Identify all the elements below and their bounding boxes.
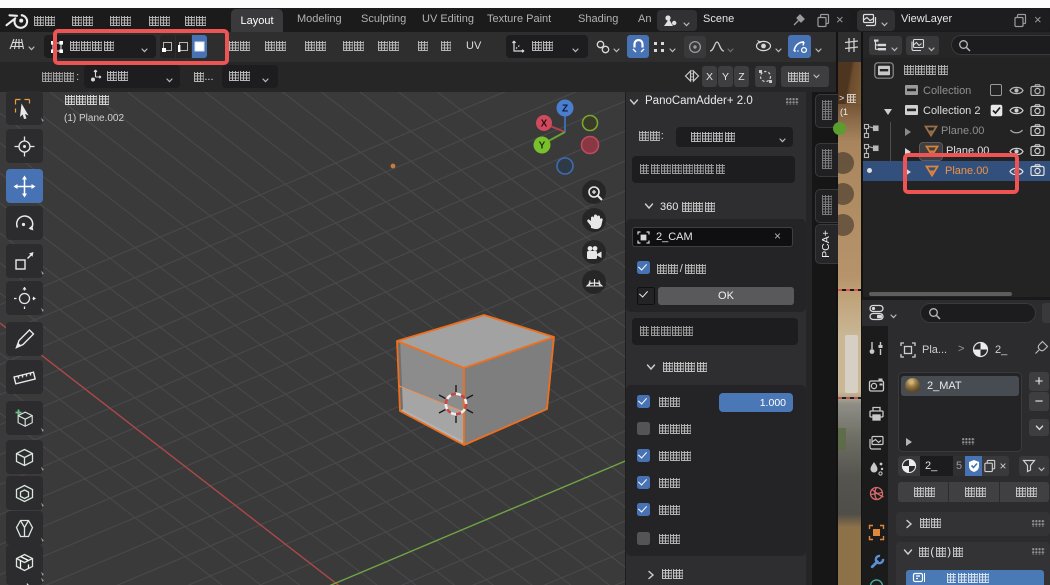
svg-text:X: X <box>541 119 548 130</box>
svg-text:Z: Z <box>562 104 568 115</box>
svg-text:Y: Y <box>539 141 546 152</box>
